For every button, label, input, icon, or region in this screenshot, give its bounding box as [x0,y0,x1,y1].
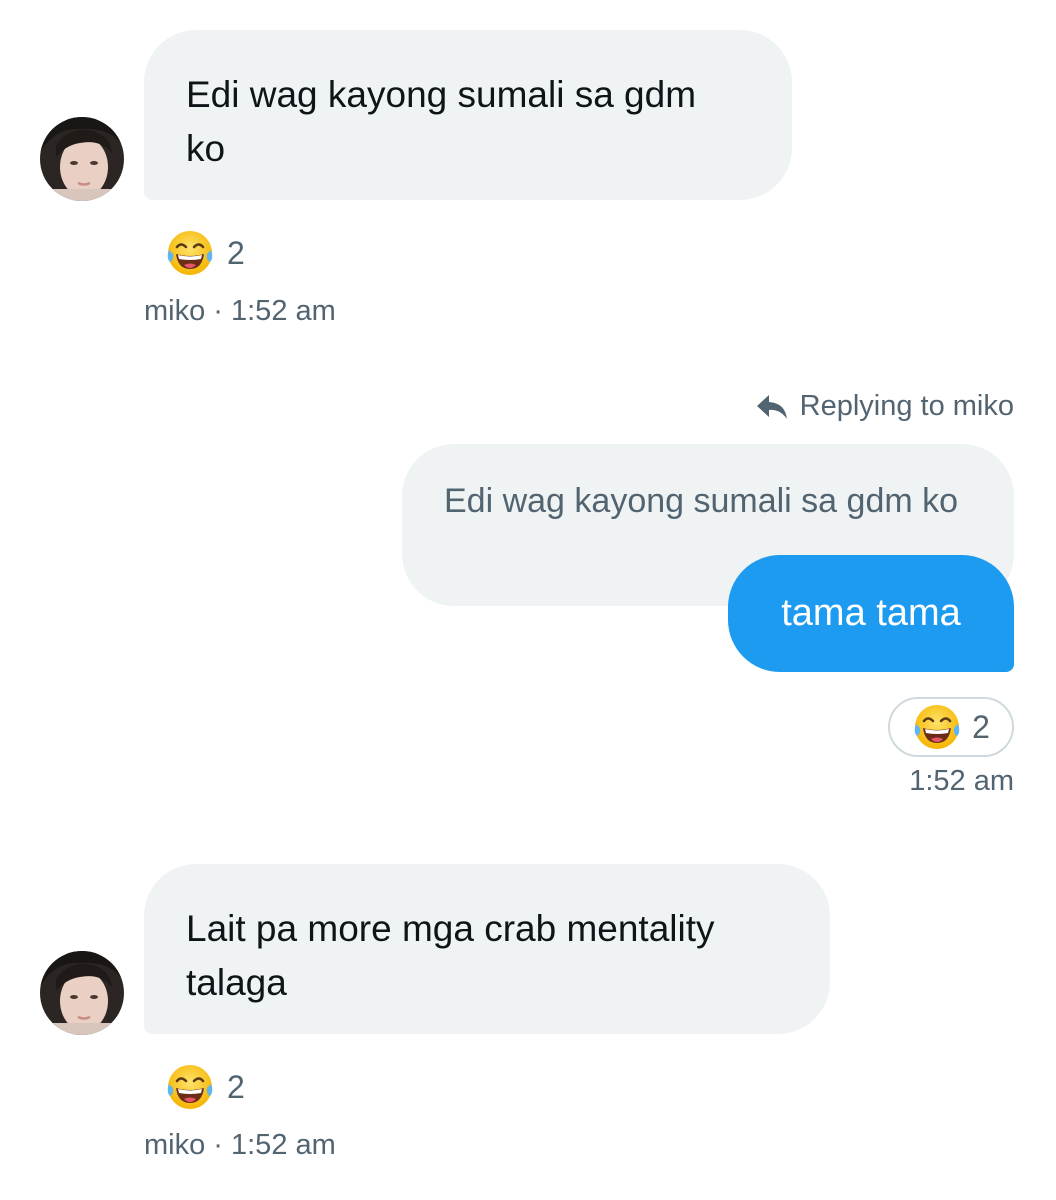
message-meta: miko · 1:52 am [144,1129,336,1161]
message-text-line: talaga [186,962,287,1003]
reaction-count: 2 [972,708,990,745]
chat-screen: Edi wag kayong sumali sa gdm ko 2 miko ·… [0,0,1056,1200]
message-bubble[interactable]: Lait pa more mga crab mentality talaga [144,864,830,1034]
quoted-message-text: Edi wag kayong sumali sa gdm ko [444,482,959,520]
avatar-image [40,117,124,201]
face-with-tears-of-joy-icon [165,228,215,278]
avatar-image [40,951,124,1035]
avatar[interactable] [40,951,124,1035]
reaction-count: 2 [227,234,245,271]
reaction[interactable]: 2 [165,1062,245,1112]
face-with-tears-of-joy-icon [165,1062,215,1112]
message-time: 1:52 am [909,765,1014,797]
avatar[interactable] [40,117,124,201]
reply-context[interactable]: Replying to miko [756,390,1014,423]
message-text-line: Lait pa more mga crab mentality [186,908,715,949]
face-with-tears-of-joy-icon [912,702,962,752]
message-text-line: Edi wag kayong sumali sa gdm [186,74,697,115]
reaction-count: 2 [227,1068,245,1105]
message-meta: miko · 1:52 am [144,295,336,327]
message-text: tama tama [781,592,961,634]
reaction-pill[interactable]: 2 [888,697,1014,757]
reaction[interactable]: 2 [165,228,245,278]
message-text-line: ko [186,128,226,169]
message-bubble-outgoing[interactable]: tama tama [728,555,1014,672]
reply-context-label: Replying to miko [799,390,1014,422]
message-bubble[interactable]: Edi wag kayong sumali sa gdm ko [144,30,792,200]
reply-arrow-icon [756,394,787,419]
